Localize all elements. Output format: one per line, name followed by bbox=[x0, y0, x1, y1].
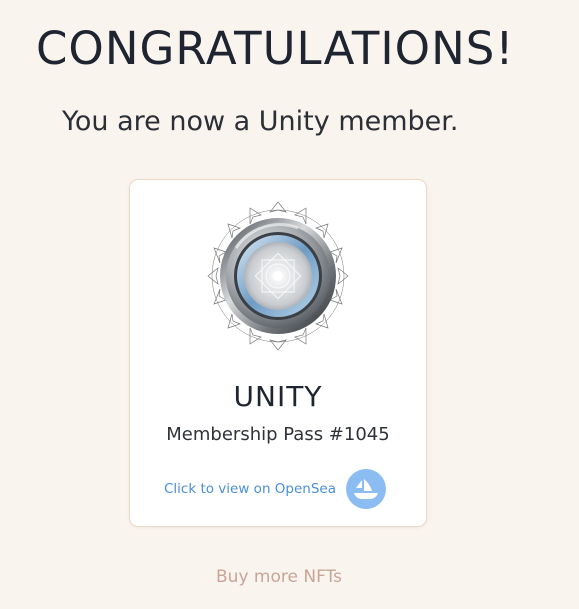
opensea-ship-glyph-icon bbox=[354, 479, 378, 499]
unity-membership-badge-icon bbox=[207, 201, 349, 351]
membership-pass-number: Membership Pass #1045 bbox=[166, 424, 390, 445]
collection-name: UNITY bbox=[233, 380, 323, 413]
buy-more-nfts-link[interactable]: Buy more NFTs bbox=[0, 567, 558, 587]
opensea-ship-icon bbox=[346, 469, 386, 509]
view-on-opensea-link[interactable]: Click to view on OpenSea bbox=[164, 469, 386, 509]
membership-message: You are now a Unity member. bbox=[62, 106, 459, 137]
page-title: CONGRATULATIONS! bbox=[36, 22, 515, 75]
view-on-opensea-label: Click to view on OpenSea bbox=[164, 481, 336, 497]
membership-card: UNITY Membership Pass #1045 Click to vie… bbox=[129, 179, 427, 527]
